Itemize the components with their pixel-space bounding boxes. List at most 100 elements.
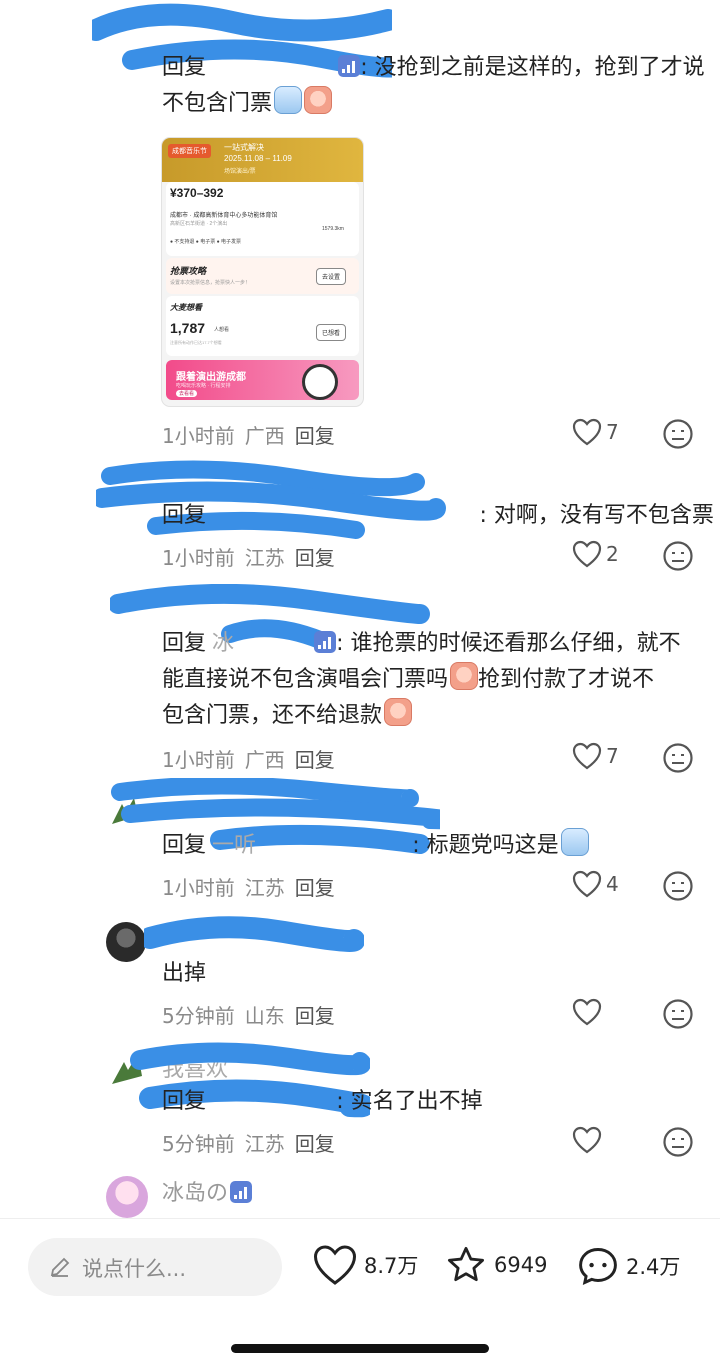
signal-badge-icon <box>314 631 337 653</box>
masked-username: xxxxxxxxxxxxxxxxxxxxx <box>206 503 479 528</box>
comment-text: : 谁抢票的时候还看那么仔细，就不 <box>336 631 681 656</box>
comment-count: 2.4万 <box>626 1255 681 1279</box>
comment-text: 不包含门票 <box>162 91 273 116</box>
comment-time: 1小时前 <box>162 748 235 772</box>
comment-input[interactable]: 说点什么... <box>28 1238 282 1296</box>
like-count: 7 <box>606 420 619 444</box>
card-banner-title: 跟着演出游成都 <box>176 372 246 383</box>
panda-icon <box>302 364 338 400</box>
comment-location: 山东 <box>244 1004 285 1028</box>
dislike-icon[interactable] <box>662 418 694 450</box>
reply-prefix: 回复 <box>162 1089 207 1114</box>
post-like-count: 8.7万 <box>364 1254 419 1278</box>
heart-icon <box>572 998 602 1026</box>
card-distance: 1579.3km <box>322 226 344 232</box>
comment-text: 出掉 <box>162 961 207 986</box>
dislike-icon[interactable] <box>662 540 694 572</box>
emoji-icon <box>274 86 303 114</box>
reply-prefix: 回复 <box>162 55 207 80</box>
like-count: 2 <box>606 542 619 566</box>
card-tags: ● 不支持退 ● 电子票 ● 电子发票 <box>170 239 242 245</box>
reply-link[interactable]: 回复 <box>295 424 335 448</box>
reply-link[interactable]: 回复 <box>295 748 335 772</box>
comments-button[interactable]: 2.4万 <box>576 1244 680 1288</box>
heart-icon <box>572 742 602 770</box>
home-indicator <box>231 1344 489 1353</box>
masked-username: xxxxxx <box>234 631 312 656</box>
username: 冰岛の <box>162 1181 229 1206</box>
heart-icon <box>572 870 602 898</box>
card-strategy-button: 去设置 <box>316 268 347 285</box>
reply-link[interactable]: 回复 <box>295 1132 335 1156</box>
favorite-button[interactable]: 6949 <box>444 1244 547 1286</box>
comment-location: 江苏 <box>244 1132 285 1156</box>
comment-text: 能直接说不包含演唱会门票吗 <box>162 667 449 692</box>
card-banner-sub: 吃喝玩乐攻略 · 行程安排 <box>176 383 231 389</box>
reply-link[interactable]: 回复 <box>295 876 335 900</box>
comment-text: : 对啊，没有写不包含票 <box>479 503 714 528</box>
card-dates: 2025.11.08 – 11.09 <box>224 154 292 163</box>
like-post-button[interactable]: 8.7万 <box>312 1244 418 1286</box>
avatar[interactable] <box>106 1176 148 1218</box>
comment-text: 包含门票，还不给退款 <box>162 703 383 728</box>
like-button[interactable] <box>572 998 606 1026</box>
pencil-icon <box>50 1257 70 1277</box>
card-venue-sub: 高新区石羊街道 · 2个演出 <box>170 221 228 227</box>
like-count: 4 <box>606 872 619 896</box>
comment-time: 1小时前 <box>162 424 235 448</box>
comment-time: 5分钟前 <box>162 1132 235 1156</box>
card-subline: 场馆演出/票 <box>224 169 256 175</box>
comment-location: 江苏 <box>244 546 285 570</box>
like-count: 7 <box>606 744 619 768</box>
dislike-icon[interactable] <box>662 870 694 902</box>
emoji-icon <box>304 86 333 114</box>
reply-prefix: 回复 <box>162 631 207 656</box>
reply-prefix: 回复 <box>162 503 207 528</box>
dislike-icon[interactable] <box>662 742 694 774</box>
heart-icon <box>572 418 602 446</box>
like-button[interactable]: 4 <box>572 870 619 898</box>
reply-prefix: 回复 <box>162 833 207 858</box>
card-logo: 成都音乐节 <box>168 144 211 158</box>
masked-username: 冰 <box>212 631 235 656</box>
like-button[interactable]: 7 <box>572 742 619 770</box>
card-strategy-sub: 设置本次抢票信息，抢票快人一步！ <box>170 280 251 286</box>
reply-link[interactable]: 回复 <box>295 1004 335 1028</box>
masked-username: xxxxxxxxxx <box>206 55 336 80</box>
emoji-icon <box>450 662 479 690</box>
signal-badge-icon <box>230 1181 253 1203</box>
like-button[interactable]: 2 <box>572 540 619 568</box>
card-price: ¥370–392 <box>170 186 224 200</box>
card-want-button: 已想看 <box>316 324 347 341</box>
like-button[interactable] <box>572 1126 606 1154</box>
comment-time: 5分钟前 <box>162 1004 235 1028</box>
comment-text: : 没抢到之前是这样的，抢到了才说 <box>360 55 705 80</box>
card-venue: 成都市 · 成都高新体育中心多功能体育馆 <box>170 213 278 219</box>
like-button[interactable]: 7 <box>572 418 619 446</box>
comment-text: : 实名了出不掉 <box>336 1089 483 1114</box>
comment-meta: 5分钟前 江苏 回复 <box>162 1128 345 1157</box>
dislike-icon[interactable] <box>662 998 694 1030</box>
comment-meta: 1小时前 广西 回复 <box>162 420 345 449</box>
heart-icon <box>313 1245 357 1285</box>
comment-location: 广西 <box>244 748 285 772</box>
favorite-count: 6949 <box>494 1253 548 1277</box>
signal-badge-icon <box>338 55 361 77</box>
comment-text: : 标题党吗这是 <box>412 833 559 858</box>
dislike-icon[interactable] <box>662 1126 694 1158</box>
card-banner-button: 去看看 <box>176 390 198 397</box>
reply-link[interactable]: 回复 <box>295 546 335 570</box>
redaction-scribble <box>144 916 364 952</box>
chat-bubble-icon <box>579 1248 617 1286</box>
comment-location: 江苏 <box>244 876 285 900</box>
comment-input-placeholder: 说点什么... <box>82 1257 187 1281</box>
card-want-count: 1,787 <box>170 320 206 336</box>
card-want-note: 注意所有动作已达17.7个想看 <box>170 340 222 345</box>
masked-username: xxxxxxxxxx <box>206 1089 336 1114</box>
avatar[interactable] <box>106 922 146 962</box>
emoji-icon <box>384 698 413 726</box>
ticket-screenshot-image[interactable]: 成都音乐节 一站式解决 2025.11.08 – 11.09 场馆演出/票 ¥3… <box>162 138 363 406</box>
masked-username: 一听 <box>212 833 257 858</box>
emoji-icon <box>560 828 589 856</box>
comment-meta: 1小时前 广西 回复 <box>162 744 345 773</box>
